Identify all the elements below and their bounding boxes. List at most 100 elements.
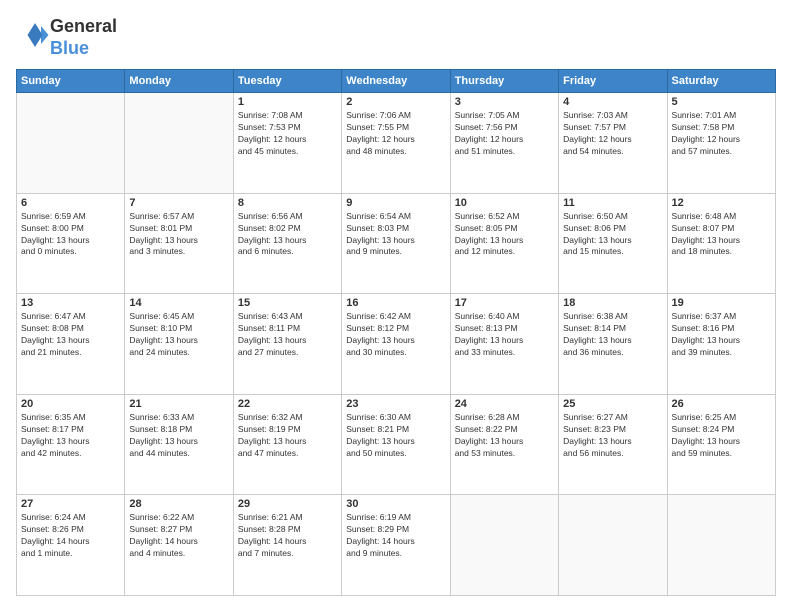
- day-number: 25: [563, 398, 662, 410]
- day-number: 13: [21, 297, 120, 309]
- calendar-cell: 22 Sunrise: 6:32 AM Sunset: 8:19 PM Dayli…: [233, 394, 341, 495]
- calendar-cell: 21 Sunrise: 6:33 AM Sunset: 8:18 PM Dayli…: [125, 394, 233, 495]
- calendar-cell: 18 Sunrise: 6:38 AM Sunset: 8:14 PM Dayli…: [559, 294, 667, 395]
- day-number: 1: [238, 96, 337, 108]
- day-info: Sunrise: 6:24 AM Sunset: 8:26 PM Dayligh…: [21, 512, 120, 560]
- day-info: Sunrise: 7:01 AM Sunset: 7:58 PM Dayligh…: [672, 110, 771, 158]
- calendar-cell: 24 Sunrise: 6:28 AM Sunset: 8:22 PM Dayli…: [450, 394, 558, 495]
- calendar-cell: 11 Sunrise: 6:50 AM Sunset: 8:06 PM Dayli…: [559, 193, 667, 294]
- calendar-cell: [667, 495, 775, 596]
- header: General Blue: [16, 16, 776, 59]
- day-info: Sunrise: 6:32 AM Sunset: 8:19 PM Dayligh…: [238, 412, 337, 460]
- weekday-header: Thursday: [450, 70, 558, 93]
- calendar-cell: 27 Sunrise: 6:24 AM Sunset: 8:26 PM Dayli…: [17, 495, 125, 596]
- day-number: 5: [672, 96, 771, 108]
- calendar-cell: 4 Sunrise: 7:03 AM Sunset: 7:57 PM Daylig…: [559, 93, 667, 194]
- day-info: Sunrise: 6:42 AM Sunset: 8:12 PM Dayligh…: [346, 311, 445, 359]
- day-number: 27: [21, 498, 120, 510]
- day-number: 18: [563, 297, 662, 309]
- day-info: Sunrise: 6:48 AM Sunset: 8:07 PM Dayligh…: [672, 211, 771, 259]
- calendar-cell: 30 Sunrise: 6:19 AM Sunset: 8:29 PM Dayli…: [342, 495, 450, 596]
- day-number: 4: [563, 96, 662, 108]
- weekday-header: Monday: [125, 70, 233, 93]
- calendar-cell: 19 Sunrise: 6:37 AM Sunset: 8:16 PM Dayli…: [667, 294, 775, 395]
- calendar-cell: 8 Sunrise: 6:56 AM Sunset: 8:02 PM Daylig…: [233, 193, 341, 294]
- day-info: Sunrise: 6:59 AM Sunset: 8:00 PM Dayligh…: [21, 211, 120, 259]
- day-info: Sunrise: 6:38 AM Sunset: 8:14 PM Dayligh…: [563, 311, 662, 359]
- day-number: 20: [21, 398, 120, 410]
- day-info: Sunrise: 6:37 AM Sunset: 8:16 PM Dayligh…: [672, 311, 771, 359]
- day-info: Sunrise: 6:25 AM Sunset: 8:24 PM Dayligh…: [672, 412, 771, 460]
- calendar-cell: 26 Sunrise: 6:25 AM Sunset: 8:24 PM Dayli…: [667, 394, 775, 495]
- day-info: Sunrise: 6:56 AM Sunset: 8:02 PM Dayligh…: [238, 211, 337, 259]
- weekday-header: Wednesday: [342, 70, 450, 93]
- day-info: Sunrise: 6:57 AM Sunset: 8:01 PM Dayligh…: [129, 211, 228, 259]
- day-number: 22: [238, 398, 337, 410]
- calendar-cell: 29 Sunrise: 6:21 AM Sunset: 8:28 PM Dayli…: [233, 495, 341, 596]
- calendar-cell: 25Sunrise: 6:27 AM Sunset: 8:23 PM Dayli…: [559, 394, 667, 495]
- weekday-header: Friday: [559, 70, 667, 93]
- calendar-cell: 20 Sunrise: 6:35 AM Sunset: 8:17 PM Dayli…: [17, 394, 125, 495]
- day-info: Sunrise: 6:30 AM Sunset: 8:21 PM Dayligh…: [346, 412, 445, 460]
- day-number: 23: [346, 398, 445, 410]
- day-info: Sunrise: 6:45 AM Sunset: 8:10 PM Dayligh…: [129, 311, 228, 359]
- day-number: 29: [238, 498, 337, 510]
- day-info: Sunrise: 6:19 AM Sunset: 8:29 PM Dayligh…: [346, 512, 445, 560]
- day-info: Sunrise: 6:54 AM Sunset: 8:03 PM Dayligh…: [346, 211, 445, 259]
- day-info: Sunrise: 6:52 AM Sunset: 8:05 PM Dayligh…: [455, 211, 554, 259]
- day-info: Sunrise: 6:21 AM Sunset: 8:28 PM Dayligh…: [238, 512, 337, 560]
- day-number: 6: [21, 197, 120, 209]
- day-info: Sunrise: 6:43 AM Sunset: 8:11 PM Dayligh…: [238, 311, 337, 359]
- day-info: Sunrise: 7:03 AM Sunset: 7:57 PM Dayligh…: [563, 110, 662, 158]
- day-number: 24: [455, 398, 554, 410]
- day-info: Sunrise: 6:28 AM Sunset: 8:22 PM Dayligh…: [455, 412, 554, 460]
- calendar-cell: 12 Sunrise: 6:48 AM Sunset: 8:07 PM Dayli…: [667, 193, 775, 294]
- day-info: Sunrise: 6:35 AM Sunset: 8:17 PM Dayligh…: [21, 412, 120, 460]
- weekday-header: Sunday: [17, 70, 125, 93]
- day-number: 15: [238, 297, 337, 309]
- day-number: 10: [455, 197, 554, 209]
- calendar-cell: 17 Sunrise: 6:40 AM Sunset: 8:13 PM Dayli…: [450, 294, 558, 395]
- day-number: 3: [455, 96, 554, 108]
- calendar-cell: 10 Sunrise: 6:52 AM Sunset: 8:05 PM Dayli…: [450, 193, 558, 294]
- logo-text: General Blue: [50, 16, 117, 59]
- day-number: 2: [346, 96, 445, 108]
- calendar-cell: 5 Sunrise: 7:01 AM Sunset: 7:58 PM Daylig…: [667, 93, 775, 194]
- day-number: 11: [563, 197, 662, 209]
- calendar-cell: 6 Sunrise: 6:59 AM Sunset: 8:00 PM Daylig…: [17, 193, 125, 294]
- weekday-header: Tuesday: [233, 70, 341, 93]
- day-info: Sunrise: 6:33 AM Sunset: 8:18 PM Dayligh…: [129, 412, 228, 460]
- day-number: 8: [238, 197, 337, 209]
- day-number: 16: [346, 297, 445, 309]
- calendar-table: SundayMondayTuesdayWednesdayThursdayFrid…: [16, 69, 776, 596]
- day-info: Sunrise: 7:08 AM Sunset: 7:53 PM Dayligh…: [238, 110, 337, 158]
- calendar-cell: 28 Sunrise: 6:22 AM Sunset: 8:27 PM Dayli…: [125, 495, 233, 596]
- day-number: 21: [129, 398, 228, 410]
- calendar-cell: 3Sunrise: 7:05 AM Sunset: 7:56 PM Daylig…: [450, 93, 558, 194]
- day-number: 12: [672, 197, 771, 209]
- logo-icon: [20, 20, 50, 50]
- day-number: 28: [129, 498, 228, 510]
- weekday-header: Saturday: [667, 70, 775, 93]
- calendar-cell: 1 Sunrise: 7:08 AM Sunset: 7:53 PM Daylig…: [233, 93, 341, 194]
- calendar-cell: 9 Sunrise: 6:54 AM Sunset: 8:03 PM Daylig…: [342, 193, 450, 294]
- page: General Blue SundayMondayTuesdayWednesda…: [0, 0, 792, 612]
- calendar-cell: [559, 495, 667, 596]
- calendar-cell: 16 Sunrise: 6:42 AM Sunset: 8:12 PM Dayli…: [342, 294, 450, 395]
- day-info: Sunrise: 6:50 AM Sunset: 8:06 PM Dayligh…: [563, 211, 662, 259]
- day-number: 14: [129, 297, 228, 309]
- calendar-cell: 13Sunrise: 6:47 AM Sunset: 8:08 PM Dayli…: [17, 294, 125, 395]
- day-number: 26: [672, 398, 771, 410]
- day-number: 19: [672, 297, 771, 309]
- day-number: 17: [455, 297, 554, 309]
- calendar-cell: 23 Sunrise: 6:30 AM Sunset: 8:21 PM Dayli…: [342, 394, 450, 495]
- day-info: Sunrise: 7:06 AM Sunset: 7:55 PM Dayligh…: [346, 110, 445, 158]
- calendar-cell: 15 Sunrise: 6:43 AM Sunset: 8:11 PM Dayli…: [233, 294, 341, 395]
- calendar-cell: 2 Sunrise: 7:06 AM Sunset: 7:55 PM Daylig…: [342, 93, 450, 194]
- day-number: 7: [129, 197, 228, 209]
- day-number: 30: [346, 498, 445, 510]
- day-number: 9: [346, 197, 445, 209]
- calendar-cell: 7 Sunrise: 6:57 AM Sunset: 8:01 PM Daylig…: [125, 193, 233, 294]
- day-info: Sunrise: 6:22 AM Sunset: 8:27 PM Dayligh…: [129, 512, 228, 560]
- day-info: Sunrise: 6:40 AM Sunset: 8:13 PM Dayligh…: [455, 311, 554, 359]
